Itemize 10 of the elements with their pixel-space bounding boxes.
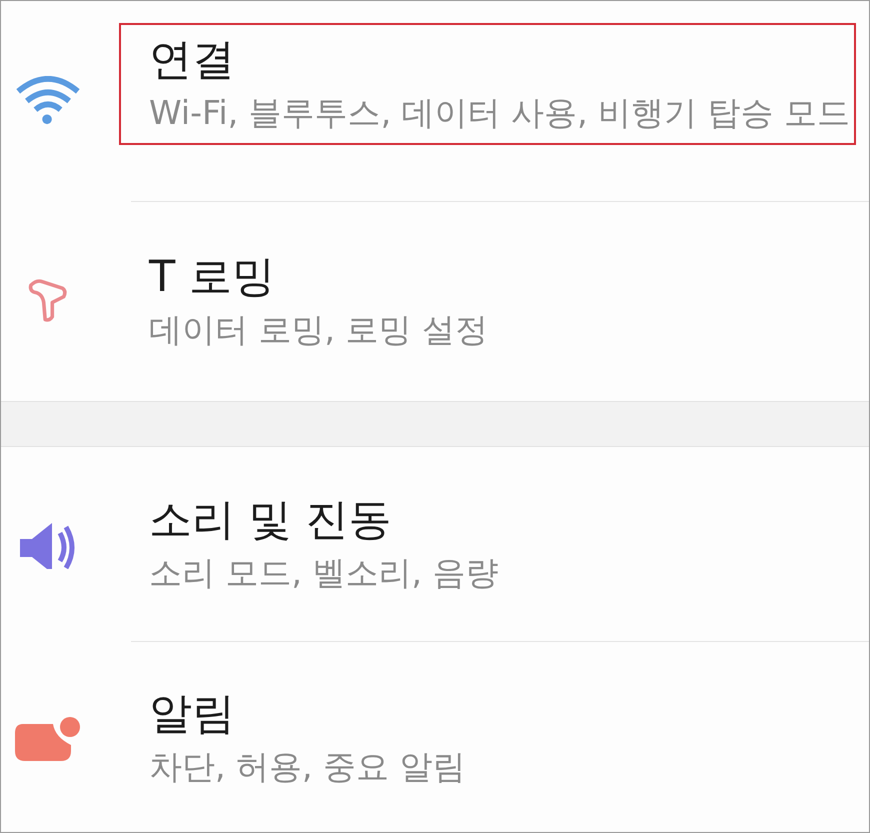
setting-description: 소리 모드, 벨소리, 음량 — [149, 553, 498, 593]
setting-title[interactable]: T 로밍 — [149, 252, 488, 304]
setting-title[interactable]: 알림 — [149, 689, 466, 741]
setting-description: 차단, 허용, 중요 알림 — [149, 747, 466, 787]
notification-icon — [15, 715, 81, 761]
setting-description: 데이터 로밍, 로밍 설정 — [149, 310, 488, 350]
setting-description: Wi-Fi, 블루투스, 데이터 사용, 비행기 탑승 모드 — [149, 93, 850, 133]
wifi-icon — [16, 76, 80, 126]
setting-title[interactable]: 소리 및 진동 — [149, 495, 498, 547]
setting-title[interactable]: 연결 — [149, 35, 850, 87]
